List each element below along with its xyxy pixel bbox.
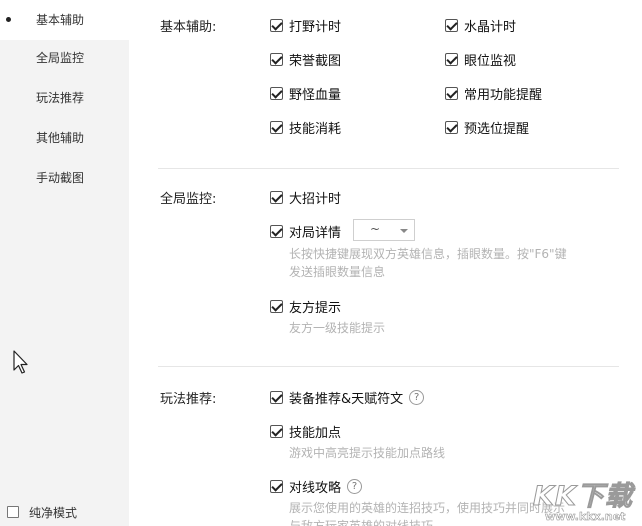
- option-common-reminder[interactable]: 常用功能提醒: [445, 84, 543, 103]
- option-skill-cost[interactable]: 技能消耗: [270, 118, 342, 137]
- option-label: 技能消耗: [289, 121, 342, 137]
- checkbox-checked[interactable]: [270, 52, 283, 66]
- option-label: 水晶计时: [464, 19, 517, 35]
- option-lane-guide[interactable]: 对线攻略 ?: [270, 477, 363, 496]
- sidebar-item-global-monitor[interactable]: 全局监控: [0, 38, 129, 78]
- sidebar-item-label: 手动截图: [36, 171, 85, 185]
- watermark-url: www.kkx.net: [545, 510, 626, 524]
- sidebar-item-manual-screenshot[interactable]: 手动截图: [0, 158, 129, 198]
- sidebar: 基本辅助 全局监控 玩法推荐 其他辅助 手动截图 纯净模式: [0, 0, 129, 526]
- active-indicator-dot: [6, 17, 11, 22]
- option-ward-monitor[interactable]: 眼位监视: [445, 50, 517, 69]
- option-ally-hint[interactable]: 友方提示: [270, 297, 342, 316]
- description-line: 展示您使用的英雄的连招技巧，使用技巧并同时展示: [289, 501, 566, 515]
- option-honor-screenshot[interactable]: 荣誉截图: [270, 50, 342, 69]
- option-crystal-timer[interactable]: 水晶计时: [445, 16, 517, 35]
- checkbox-checked[interactable]: [270, 479, 283, 493]
- section-divider: [158, 366, 619, 367]
- lane-guide-description: 展示您使用的英雄的连招技巧，使用技巧并同时展示 与敌方玩家英雄的对线技巧: [289, 499, 565, 526]
- watermark-text: KK下载: [533, 481, 633, 513]
- checkbox-checked[interactable]: [270, 190, 283, 204]
- option-label: 大招计时: [289, 191, 342, 207]
- site-watermark-logo: KK下载 www.kkx.net: [525, 466, 642, 526]
- hotkey-select-value: ~: [370, 222, 381, 236]
- checkbox-checked[interactable]: [445, 52, 458, 66]
- sidebar-item-label: 其他辅助: [36, 131, 85, 145]
- checkbox-checked[interactable]: [445, 120, 458, 134]
- option-match-detail[interactable]: 对局详情: [270, 222, 342, 241]
- skill-points-description: 游戏中高亮提示技能加点路线: [289, 446, 446, 460]
- hotkey-select[interactable]: ~: [353, 219, 415, 241]
- description-line: 发送插眼数量信息: [289, 265, 386, 279]
- sidebar-item-other-assist[interactable]: 其他辅助: [0, 118, 129, 158]
- section-divider: [158, 168, 619, 169]
- section-label-global: 全局监控:: [160, 192, 217, 207]
- option-label: 野怪血量: [289, 87, 342, 103]
- settings-panel: 基本辅助: 打野计时 水晶计时 荣誉截图 眼位监视 野怪血量 常用功能提醒 技能…: [129, 0, 642, 526]
- checkbox-checked[interactable]: [445, 86, 458, 100]
- option-skill-points[interactable]: 技能加点: [270, 422, 342, 441]
- option-label: 装备推荐&天赋符文: [289, 391, 404, 407]
- section-label-basic: 基本辅助:: [160, 20, 217, 35]
- option-label: 眼位监视: [464, 53, 517, 69]
- option-monster-hp[interactable]: 野怪血量: [270, 84, 342, 103]
- option-label: 常用功能提醒: [464, 87, 543, 103]
- option-ult-timer[interactable]: 大招计时: [270, 188, 342, 207]
- mouse-pointer-icon: [13, 350, 28, 374]
- match-detail-description: 长按快捷键展现双方英雄信息，插眼数量。按"F6"键 发送插眼数量信息: [289, 245, 567, 281]
- sidebar-item-label: 玩法推荐: [36, 91, 85, 105]
- sidebar-item-play-recommend[interactable]: 玩法推荐: [0, 78, 129, 118]
- checkbox-checked[interactable]: [270, 18, 283, 32]
- option-label: 对线攻略: [289, 480, 342, 496]
- option-label: 对局详情: [289, 225, 342, 241]
- checkbox-checked[interactable]: [270, 390, 283, 404]
- description-line: 长按快捷键展现双方英雄信息，插眼数量。按"F6"键: [289, 247, 567, 261]
- help-icon[interactable]: ?: [347, 478, 363, 494]
- option-preselect-reminder[interactable]: 预选位提醒: [445, 118, 530, 137]
- option-jungle-timer[interactable]: 打野计时: [270, 16, 342, 35]
- help-icon[interactable]: ?: [409, 389, 425, 405]
- checkbox-checked[interactable]: [270, 120, 283, 134]
- option-label: 技能加点: [289, 425, 342, 441]
- sidebar-item-label: 基本辅助: [36, 13, 85, 27]
- ally-hint-description: 友方一级技能提示: [289, 321, 386, 335]
- checkbox-checked[interactable]: [445, 18, 458, 32]
- checkbox-checked[interactable]: [270, 224, 283, 238]
- pure-mode-toggle[interactable]: 纯净模式: [7, 504, 77, 520]
- option-equip-recommend[interactable]: 装备推荐&天赋符文 ?: [270, 388, 425, 407]
- checkbox-checked[interactable]: [270, 299, 283, 313]
- checkbox-checked[interactable]: [270, 86, 283, 100]
- option-label: 预选位提醒: [464, 121, 530, 137]
- sidebar-item-label: 全局监控: [36, 51, 85, 65]
- description-line: 与敌方玩家英雄的对线技巧: [289, 519, 434, 526]
- section-label-play: 玩法推荐:: [160, 392, 217, 407]
- pure-mode-label: 纯净模式: [29, 505, 78, 520]
- option-label: 打野计时: [289, 19, 342, 35]
- chevron-down-icon: [400, 229, 408, 233]
- option-label: 友方提示: [289, 300, 342, 316]
- sidebar-item-basic-assist[interactable]: 基本辅助: [0, 0, 129, 40]
- option-label: 荣誉截图: [289, 53, 342, 69]
- pure-mode-checkbox[interactable]: [7, 506, 19, 518]
- checkbox-checked[interactable]: [270, 424, 283, 438]
